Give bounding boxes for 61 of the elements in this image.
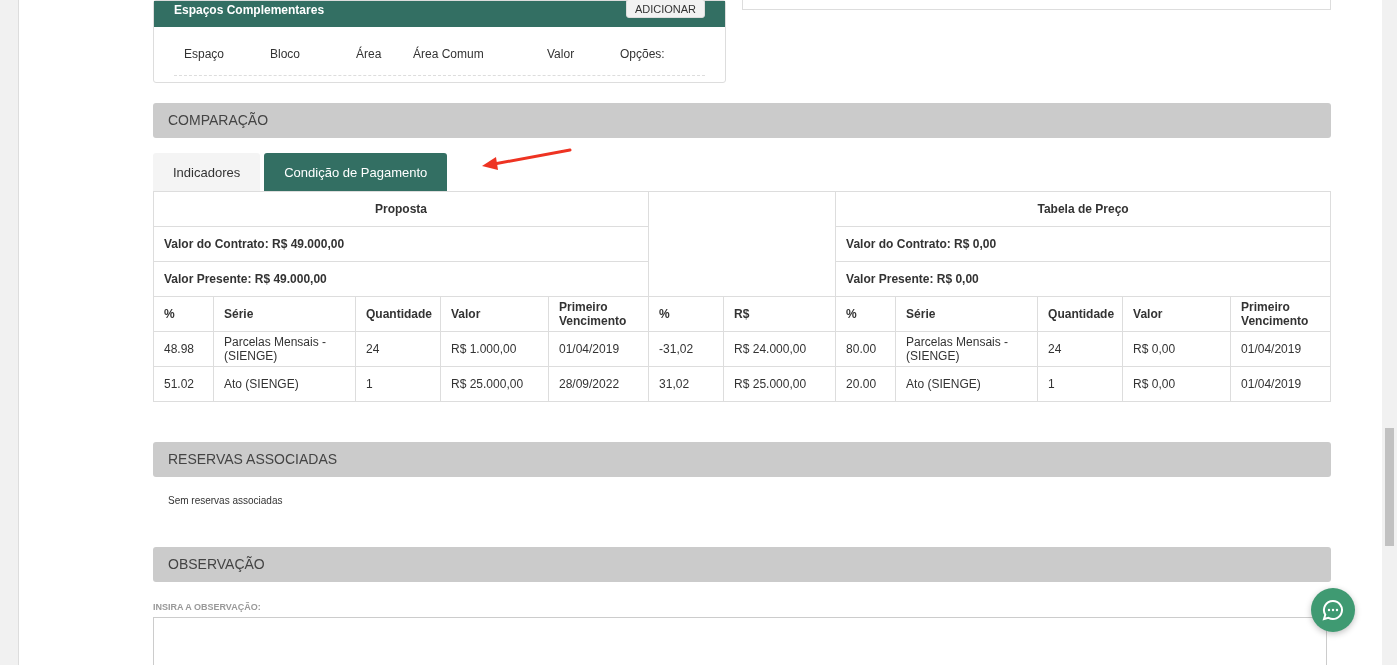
table-cell: Tabela de Preço xyxy=(835,191,1331,227)
table-cell: 48.98 xyxy=(153,331,214,367)
table-cell: R$ 1.000,00 xyxy=(440,331,549,367)
table-cell: Proposta xyxy=(153,191,649,227)
column-header: Área xyxy=(356,47,383,61)
empty-message: Sem reservas associadas xyxy=(167,494,284,508)
field-label: INSIRA A OBSERVAÇÃO: xyxy=(153,602,262,612)
table-cell: Parcelas Mensais - (SIENGE) xyxy=(213,331,356,367)
table-cell: R$ 25.000,00 xyxy=(440,366,549,402)
column-header: Quantidade xyxy=(355,296,441,332)
section-header: COMPARAÇÃO xyxy=(153,103,1331,138)
chat-bubble-icon xyxy=(1322,599,1344,621)
column-header: % xyxy=(835,296,896,332)
table-cell: 01/04/2019 xyxy=(548,331,649,367)
table-cell: -31,02 xyxy=(648,331,724,367)
table-cell: 28/09/2022 xyxy=(548,366,649,402)
table-cell: 31,02 xyxy=(648,366,724,402)
table-cell: R$ 24.000,00 xyxy=(723,331,836,367)
column-header: Primeiro Vencimento xyxy=(1230,296,1331,332)
table-cell: R$ 0,00 xyxy=(1122,366,1231,402)
table-cell: Valor do Contrato: R$ 0,00 xyxy=(835,226,1331,262)
column-header: Série xyxy=(213,296,356,332)
table-cell: 51.02 xyxy=(153,366,214,402)
column-header: Espaço xyxy=(184,47,226,61)
table-cell: Ato (SIENGE) xyxy=(895,366,1038,402)
card-title: Espaços Complementares xyxy=(174,3,325,17)
scrollbar-thumb[interactable] xyxy=(1385,428,1394,546)
table-cell: 24 xyxy=(1037,331,1123,367)
section-header: OBSERVAÇÃO xyxy=(153,547,1331,582)
table-cell: 20.00 xyxy=(835,366,896,402)
column-header: Área Comum xyxy=(413,47,485,61)
column-header: R$ xyxy=(723,296,836,332)
column-header: Bloco xyxy=(270,47,302,61)
table-cell: 1 xyxy=(1037,366,1123,402)
chat-button[interactable] xyxy=(1311,588,1355,632)
column-header: Quantidade xyxy=(1037,296,1123,332)
add-button[interactable]: ADICIONAR xyxy=(625,0,705,18)
table-cell: Valor do Contrato: R$ 49.000,00 xyxy=(153,226,649,262)
column-header: Valor xyxy=(547,47,576,61)
observation-field[interactable] xyxy=(153,617,1327,665)
tab[interactable]: Condição de Pagamento xyxy=(264,153,448,191)
table-cell: 01/04/2019 xyxy=(1230,331,1331,367)
column-header: % xyxy=(648,296,724,332)
table-cell: R$ 25.000,00 xyxy=(723,366,836,402)
table-cell: R$ 0,00 xyxy=(1122,331,1231,367)
column-header: Primeiro Vencimento xyxy=(548,296,649,332)
table-cell: Valor Presente: R$ 49.000,00 xyxy=(153,261,649,297)
table-cell: Parcelas Mensais - (SIENGE) xyxy=(895,331,1038,367)
table-cell: 80.00 xyxy=(835,331,896,367)
table-cell: Ato (SIENGE) xyxy=(213,366,356,402)
column-header: Opções: xyxy=(620,47,666,61)
table-cell: 1 xyxy=(355,366,441,402)
column-header: Série xyxy=(895,296,1038,332)
column-header: % xyxy=(153,296,214,332)
table-cell: 24 xyxy=(355,331,441,367)
tab[interactable]: Indicadores xyxy=(153,153,261,191)
column-header: Valor xyxy=(1122,296,1231,332)
table-cell: 01/04/2019 xyxy=(1230,366,1331,402)
table-cell: Valor Presente: R$ 0,00 xyxy=(835,261,1331,297)
column-header: Valor xyxy=(440,296,549,332)
section-header: RESERVAS ASSOCIADAS xyxy=(153,442,1331,477)
